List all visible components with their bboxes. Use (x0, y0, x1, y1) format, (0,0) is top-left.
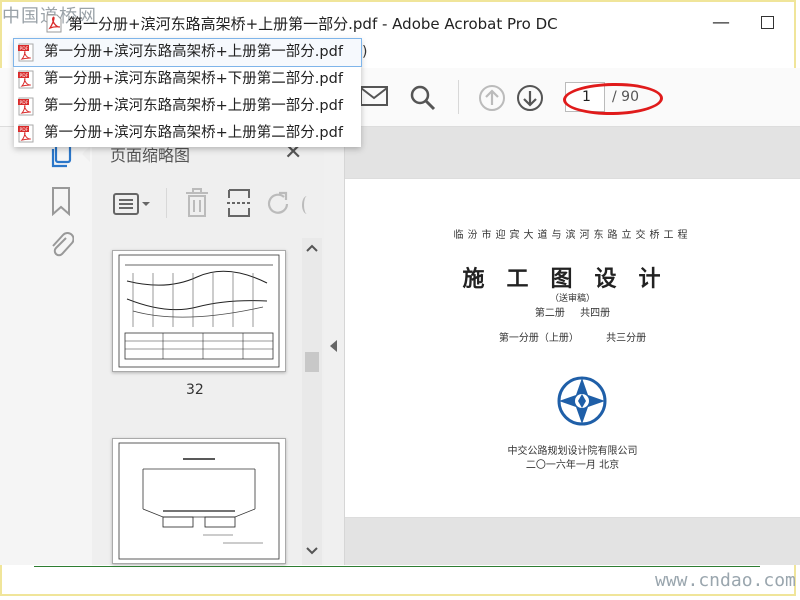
paperclip-icon[interactable] (48, 230, 74, 258)
recent-file-item[interactable]: PDF 第一分册+滨河东路高架桥+下册第二部分.pdf (14, 66, 361, 93)
draft-note: （送审稿） (549, 294, 595, 304)
project-name: 临汾市迎宾大道与滨河东路立交桥工程 (453, 230, 692, 241)
bookmark-icon[interactable] (50, 186, 72, 216)
chevron-down-icon[interactable] (305, 545, 319, 557)
recent-file-item[interactable]: PDF 第一分册+滨河东路高架桥+上册第二部分.pdf (14, 120, 361, 147)
recent-file-name: 第一分册+滨河东路高架桥+上册第一部分.pdf (44, 98, 343, 114)
pdf-file-icon: PDF (18, 124, 34, 143)
pdf-file-icon: PDF (18, 43, 34, 62)
svg-text:PDF: PDF (20, 127, 29, 133)
recent-file-item[interactable]: PDF 第一分册+滨河东路高架桥+上册第一部分.pdf (13, 38, 362, 67)
search-icon[interactable] (408, 83, 436, 111)
svg-text:PDF: PDF (20, 46, 29, 52)
extract-pages-icon[interactable] (226, 188, 252, 218)
book-info: 第一分册（上册） 共三分册 (498, 333, 647, 344)
page-thumbnail[interactable] (112, 250, 286, 372)
recent-file-name: 第一分册+滨河东路高架桥+上册第一部分.pdf (44, 44, 343, 60)
recent-file-name: 第一分册+滨河东路高架桥+上册第二部分.pdf (44, 125, 343, 141)
pdf-file-icon: PDF (18, 70, 34, 89)
collapse-arrow-icon (330, 340, 337, 352)
svg-text:PDF: PDF (20, 100, 29, 106)
svg-text:PDF: PDF (20, 73, 29, 79)
recent-files-dropdown: PDF 第一分册+滨河东路高架桥+上册第一部分.pdf PDF 第一分册+滨河东… (13, 38, 362, 147)
minimize-button[interactable]: — (712, 12, 730, 33)
scrollbar-thumb[interactable] (305, 352, 319, 372)
left-rail (0, 127, 92, 565)
options-menu-icon[interactable] (112, 192, 152, 216)
document-page: 临汾市迎宾大道与滨河东路立交桥工程 施工图设计 （送审稿） 第二册 共四册 第一… (345, 178, 800, 518)
pdf-file-icon (46, 14, 62, 33)
menu-fragment: ) (362, 44, 368, 60)
title-bar: 第一分册+滨河东路高架桥+上册第一部分.pdf - Adobe Acrobat … (0, 0, 800, 44)
rotate-icon-partial[interactable] (302, 196, 312, 214)
panel-divider (166, 188, 167, 218)
arrow-up-circle-icon[interactable] (477, 83, 507, 113)
thumbnail-page-number: 32 (186, 382, 204, 398)
mail-icon[interactable] (360, 85, 388, 107)
rotate-icon[interactable] (265, 190, 293, 218)
page-thumbnail[interactable] (112, 438, 286, 564)
trash-icon[interactable] (184, 188, 210, 218)
recent-file-name: 第一分册+滨河东路高架桥+下册第二部分.pdf (44, 71, 343, 87)
volume-info: 第二册 共四册 (534, 308, 611, 319)
toolbar-divider (458, 80, 459, 114)
panel-pointer-icon (82, 146, 90, 162)
maximize-button[interactable] (761, 16, 774, 29)
thumbnail-scrollbar[interactable] (302, 238, 322, 565)
document-date: 二〇一六年一月 北京 (525, 460, 620, 471)
document-title: 施工图设计 (462, 266, 683, 292)
chevron-up-icon[interactable] (305, 242, 319, 254)
recent-file-item[interactable]: PDF 第一分册+滨河东路高架桥+上册第一部分.pdf (14, 93, 361, 120)
thumbnail-drawing (118, 442, 280, 560)
thumbnail-drawing (118, 254, 280, 368)
watermark-bottom: www.cndao.com (655, 570, 796, 591)
bottom-rule (34, 566, 760, 567)
arrow-down-circle-icon[interactable] (515, 83, 545, 113)
window-title: 第一分册+滨河东路高架桥+上册第一部分.pdf - Adobe Acrobat … (68, 15, 558, 33)
organization-name: 中交公路规划设计院有限公司 (507, 446, 638, 457)
pdf-file-icon: PDF (18, 97, 34, 116)
collapse-panel-strip[interactable] (324, 127, 345, 565)
company-logo (557, 376, 607, 426)
